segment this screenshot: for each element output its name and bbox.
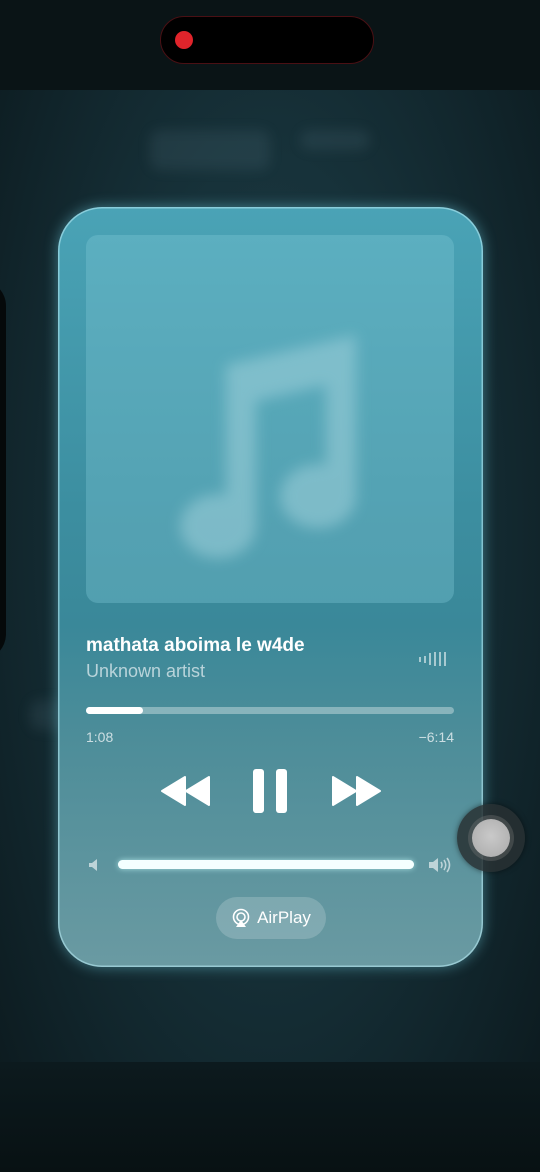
airplay-button[interactable]: AirPlay bbox=[216, 897, 326, 939]
speaker-low-icon bbox=[89, 859, 97, 871]
speaker-high-icon bbox=[429, 857, 451, 873]
dock-area bbox=[0, 1062, 540, 1172]
now-playing-card[interactable]: mathata aboima le w4de Unknown artist 1:… bbox=[58, 207, 483, 967]
fast-forward-button[interactable] bbox=[324, 767, 388, 815]
assistive-touch-knob bbox=[472, 819, 510, 857]
waveform-icon bbox=[419, 652, 446, 666]
rewind-icon bbox=[161, 776, 210, 806]
elapsed-time: 1:08 bbox=[86, 729, 114, 745]
volume-slider[interactable] bbox=[118, 860, 414, 869]
pause-button[interactable] bbox=[244, 763, 296, 819]
background-blur bbox=[150, 130, 270, 170]
dynamic-island[interactable] bbox=[160, 16, 374, 64]
remaining-time: −6:14 bbox=[418, 729, 454, 745]
pause-icon bbox=[253, 769, 287, 813]
rewind-button[interactable] bbox=[154, 767, 218, 815]
airplay-label: AirPlay bbox=[257, 908, 311, 927]
progress-fill bbox=[86, 707, 144, 714]
assistive-touch-button[interactable] bbox=[457, 804, 525, 872]
playback-progress-bar[interactable] bbox=[86, 707, 454, 714]
side-edge bbox=[0, 280, 6, 660]
music-note-icon bbox=[180, 335, 357, 559]
song-title[interactable]: mathata aboima le w4de bbox=[86, 635, 305, 657]
background-blur bbox=[300, 130, 370, 150]
album-artwork bbox=[86, 235, 454, 603]
fast-forward-icon bbox=[332, 776, 381, 806]
artist-name[interactable]: Unknown artist bbox=[86, 661, 205, 682]
volume-fill bbox=[118, 860, 414, 869]
airplay-icon bbox=[232, 908, 250, 927]
recording-indicator bbox=[175, 31, 193, 49]
